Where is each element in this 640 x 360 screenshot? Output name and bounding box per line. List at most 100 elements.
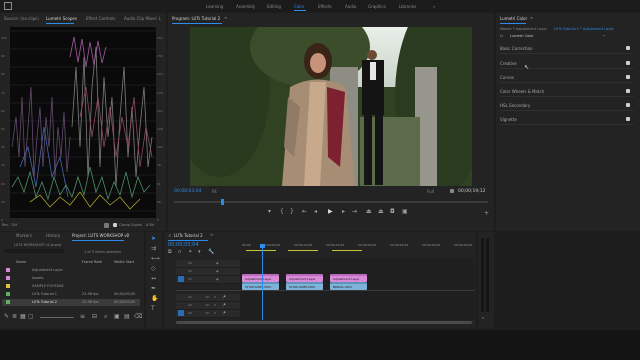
track-select-tool-icon[interactable]: ⇉ (151, 246, 156, 252)
section-hsl-secondary[interactable]: HSL Secondary (500, 100, 634, 111)
work-area-bar-3[interactable] (332, 250, 362, 251)
workspace-libraries[interactable]: Libraries (399, 4, 416, 9)
list-item[interactable]: LUTs Tutorial 1 23.98 fps 00;00;00;00 (2, 291, 140, 298)
tab-history[interactable]: History (46, 233, 60, 238)
label-color-swatch[interactable] (6, 300, 10, 304)
eye-icon[interactable]: ◉ (216, 277, 219, 281)
export-frame-icon[interactable]: ◘ (390, 209, 395, 215)
effect-name-select[interactable]: Lumetri Color (510, 34, 534, 38)
lift-icon[interactable]: ⏏ (366, 209, 372, 215)
mute-icon[interactable]: M (206, 303, 209, 307)
mark-out-icon[interactable]: } (290, 209, 294, 215)
razor-tool-icon[interactable]: ◇ (151, 266, 156, 272)
scope-colorspace[interactable]: Rec. 709 (2, 223, 17, 227)
a1-source-patch[interactable] (178, 310, 184, 316)
solo-button[interactable]: S (482, 316, 484, 320)
step-forward-icon[interactable]: ▸ (342, 209, 345, 215)
work-area-bar[interactable] (246, 250, 276, 251)
column-name[interactable]: Name (16, 260, 26, 264)
track-header-a3[interactable]: A3 M S 🎤 (176, 310, 240, 318)
workspace-graphics[interactable]: Graphics (368, 4, 386, 9)
sort-icon[interactable]: ≡ (80, 314, 85, 320)
icon-view-icon[interactable]: ▦ (20, 314, 26, 320)
ripple-edit-tool-icon[interactable]: ⟷ (151, 256, 160, 262)
hand-tool-icon[interactable]: ✋ (151, 296, 158, 302)
workspace-color[interactable]: Color (294, 4, 304, 9)
compare-view-icon[interactable]: ▣ (402, 209, 408, 215)
playhead-handle[interactable] (260, 244, 265, 248)
automate-icon[interactable]: ⊟ (92, 314, 97, 320)
clip-adjustment-layer[interactable]: Adjustment Layer (242, 274, 279, 282)
tab-audio-mixer[interactable]: Audio Clip Mixer: L (124, 16, 161, 21)
type-tool-icon[interactable]: T (151, 306, 155, 312)
nest-icon[interactable]: ⧉ (168, 249, 172, 255)
clip-adjustment-layer[interactable]: Adjustment Layer (286, 274, 323, 282)
timeline-close-icon[interactable]: × (168, 233, 171, 238)
list-item-selected[interactable]: LUTs Tutorial 2 23.98 fps 00;00;00;00 (2, 299, 140, 306)
playback-resolution-select[interactable]: Full (427, 189, 434, 194)
project-menu-icon[interactable]: ≡ (126, 232, 129, 237)
voiceover-icon[interactable]: 🎤 (222, 303, 226, 307)
workspace-editing[interactable]: Editing (267, 4, 281, 9)
timeline-settings-icon[interactable]: 🔧 (208, 249, 214, 255)
track-header-a1[interactable]: A1 M S 🎤 (176, 294, 240, 302)
mute-icon[interactable]: M (206, 311, 209, 315)
bit-depth-select[interactable]: 8 Bit (146, 223, 154, 227)
add-marker-icon[interactable]: ▾ (268, 209, 271, 215)
column-media-start[interactable]: Media Start (114, 260, 134, 264)
tab-project[interactable]: Project: LUTS WORKSHOP v2 (72, 233, 129, 238)
hsl-secondary-checkbox[interactable] (626, 103, 630, 107)
tab-lumetri-color[interactable]: Lumetri Color (500, 16, 527, 21)
basic-correction-checkbox[interactable] (626, 46, 630, 50)
freeform-view-icon[interactable]: ▢ (28, 314, 34, 320)
program-scrubber[interactable] (174, 199, 488, 205)
new-item-icon[interactable]: ▤ (124, 314, 130, 320)
selection-tool-icon[interactable]: ➤ (151, 236, 156, 242)
section-creative[interactable]: Creative (500, 58, 634, 69)
timeline-playhead[interactable] (260, 244, 265, 320)
slip-tool-icon[interactable]: ↔ (151, 276, 156, 282)
section-vignette[interactable]: Vignette (500, 114, 634, 125)
timeline-menu-icon[interactable]: ≡ (210, 232, 213, 237)
pencil-icon[interactable]: ✎ (4, 314, 9, 320)
creative-checkbox[interactable] (626, 61, 630, 65)
program-menu-icon[interactable]: ≡ (224, 15, 227, 20)
effect-dropdown-icon[interactable]: ⌄ (602, 32, 605, 38)
clip-video[interactable]: BRIDAL.MOV (330, 282, 367, 290)
clip-adjustment-layer[interactable]: Adjustment Layer (330, 274, 367, 282)
new-bin-icon[interactable]: ▣ (114, 314, 120, 320)
zoom-fit-select[interactable]: Fit (212, 189, 217, 194)
eye-icon[interactable]: ◉ (216, 269, 219, 273)
list-view-icon[interactable]: ≣ (12, 314, 17, 320)
workspace-assembly[interactable]: Assembly (236, 4, 255, 9)
solo-icon[interactable]: S (214, 295, 216, 299)
track-header-v3[interactable]: V3 ◉ (176, 260, 240, 268)
label-color-swatch[interactable] (6, 276, 10, 280)
tab-markers[interactable]: Markers (16, 233, 32, 238)
label-color-swatch[interactable] (6, 284, 10, 288)
workspace-learning[interactable]: Learning (206, 4, 223, 9)
solo-icon[interactable]: S (214, 311, 216, 315)
voiceover-icon[interactable]: 🎤 (222, 295, 226, 299)
scrollbar-thumb[interactable] (176, 321, 472, 324)
clamp-signal-checkbox[interactable] (113, 223, 117, 227)
voiceover-icon[interactable]: 🎤 (222, 311, 226, 315)
label-color-swatch[interactable] (6, 268, 10, 272)
track-header-v1[interactable]: V1 ◉ (176, 276, 240, 284)
program-monitor-title[interactable]: Program: LUTs Tutorial 2 (172, 16, 220, 21)
solo-icon[interactable]: S (214, 303, 216, 307)
section-color-wheels[interactable]: Color Wheels & Match (500, 86, 634, 97)
snap-icon[interactable]: ∩ (178, 249, 182, 255)
tab-sequence[interactable]: LUTs Tutorial 2 (174, 233, 203, 238)
list-item[interactable]: Adjustment Layer (2, 267, 140, 274)
wrench-icon[interactable] (104, 223, 109, 228)
zoom-slider[interactable] (40, 317, 74, 318)
linked-selection-icon[interactable]: ⚭ (188, 249, 192, 255)
add-button-icon[interactable]: + (484, 211, 489, 217)
label-color-swatch[interactable] (6, 292, 10, 296)
program-current-timecode[interactable]: 00;00;03;04 (174, 189, 201, 194)
step-back-icon[interactable]: ◂ (314, 209, 317, 215)
sequence-clip-label[interactable]: LUTs Tutorial 2 * Adjustment Layer (554, 27, 614, 31)
play-icon[interactable]: ▶ (328, 209, 333, 215)
timeline-scrollbar[interactable] (176, 321, 474, 324)
